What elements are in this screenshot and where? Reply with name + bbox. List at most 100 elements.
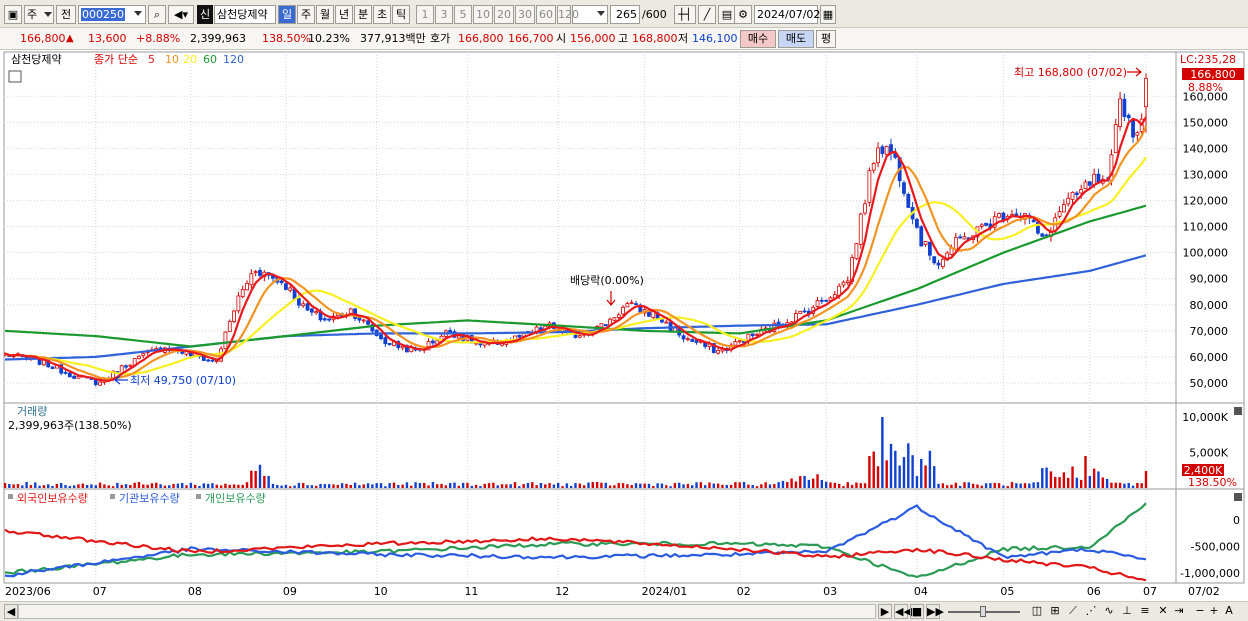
gear-icon[interactable]: ⚙: [734, 5, 752, 24]
volume-bar: [211, 483, 214, 488]
interval-button-30[interactable]: 30: [515, 5, 535, 24]
fibonacci-icon[interactable]: ≡: [1136, 604, 1154, 619]
volume-bar: [414, 482, 417, 488]
volume-bar: [1144, 470, 1148, 488]
period-tab-1[interactable]: 주: [297, 5, 315, 24]
rewind-icon[interactable]: ◀◀: [894, 604, 912, 619]
bar-count-input[interactable]: 265: [610, 5, 640, 24]
period-tab-6[interactable]: 틱: [392, 5, 410, 24]
chevron-down-icon[interactable]: [134, 11, 142, 16]
scroll-right-icon[interactable]: ▶: [878, 604, 892, 619]
volume-bar: [755, 486, 759, 488]
compare-icon[interactable]: ◫: [1028, 604, 1046, 619]
search-icon[interactable]: ⌕: [148, 5, 166, 24]
zoom-slider-thumb[interactable]: [980, 606, 986, 617]
candle: [1144, 78, 1148, 108]
current-price-tag: 166,800: [1190, 68, 1236, 81]
volume-bar: [232, 484, 236, 488]
stock-name-field[interactable]: 삼천당제약: [214, 5, 276, 24]
volume-bar: [12, 484, 15, 488]
cross-icon[interactable]: ✕: [1154, 604, 1172, 619]
candle: [387, 342, 392, 346]
period-tab-0[interactable]: 일: [278, 5, 296, 24]
period-tab-2[interactable]: 월: [316, 5, 334, 24]
x-tick-label: 08: [188, 585, 202, 598]
pattern-icon[interactable]: ⟋: [1064, 604, 1082, 619]
chevron-down-icon[interactable]: [597, 11, 605, 16]
measure-icon[interactable]: ⊥: [1118, 604, 1136, 619]
scroll-track[interactable]: [18, 604, 876, 619]
chart-toolbar: ▣ 주 전 000250 ⌕ ◀▾ 신 삼천당제약 265 /600 ┼┤ ╱ …: [0, 0, 1248, 28]
volume-bar: [193, 484, 197, 488]
candle: [1135, 132, 1140, 136]
buy-button[interactable]: 매수: [740, 30, 776, 48]
volume-bar: [872, 451, 875, 488]
prefix-button[interactable]: 전: [56, 5, 76, 24]
interval-button-1[interactable]: 1: [416, 5, 434, 24]
zoom-in-icon[interactable]: +: [1208, 604, 1220, 619]
period-tab-3[interactable]: 년: [335, 5, 353, 24]
holdings-panel-close-icon[interactable]: [1234, 493, 1242, 501]
lc-label: LC:235,28: [1180, 53, 1236, 66]
drawing-tool-icon[interactable]: ╱: [698, 5, 716, 24]
candle-type-icon[interactable]: ┼┤: [674, 5, 696, 24]
market-select[interactable]: 주: [24, 5, 54, 24]
volume-bar: [1054, 476, 1057, 488]
candle: [824, 299, 829, 302]
volume-bar: [708, 482, 711, 488]
volume-bar: [59, 483, 63, 488]
volume-bar: [111, 486, 115, 488]
speaker-icon[interactable]: ◀▾: [168, 5, 194, 24]
volume-bar: [505, 484, 508, 488]
zoom-slider[interactable]: [948, 604, 1020, 619]
interval-button-5[interactable]: 5: [454, 5, 472, 24]
fast-forward-icon[interactable]: ▶▶: [926, 604, 944, 619]
price-tick-label: 60,000: [1190, 351, 1229, 364]
current-price-pct: 8.88%: [1188, 81, 1223, 94]
date-field[interactable]: 2024/07/02: [754, 5, 820, 24]
period-tab-4[interactable]: 분: [354, 5, 372, 24]
scroll-left-icon[interactable]: ◀: [4, 604, 18, 619]
candle: [258, 269, 262, 276]
volume-panel-close-icon[interactable]: [1234, 407, 1242, 415]
volume-tag-pct: 138.50%: [1188, 476, 1237, 489]
calendar-icon[interactable]: ▦: [820, 5, 836, 24]
candle: [962, 236, 967, 240]
interval-button-60[interactable]: 60: [536, 5, 556, 24]
chart-area[interactable]: 160,000 150,000 140,000 130,000 120,000 110,0…: [0, 50, 1248, 601]
volume-bar: [626, 484, 629, 488]
candle: [716, 350, 721, 354]
chart-svg: 160,000150,000140,000130,000120,000110,0…: [3, 51, 1245, 598]
bar-count-total: /600: [642, 8, 667, 21]
interval-button-20[interactable]: 20: [494, 5, 514, 24]
trend-icon[interactable]: ⋰: [1082, 604, 1100, 619]
sell-button[interactable]: 매도: [778, 30, 814, 48]
candle: [802, 310, 807, 313]
scroll-to-end-icon[interactable]: ⇥: [1172, 604, 1186, 619]
volume-value: 2,399,963: [190, 32, 246, 45]
legend-marker: [196, 494, 201, 499]
volume-bar: [280, 485, 283, 488]
interval-button-120[interactable]: 120: [557, 5, 579, 24]
stop-icon[interactable]: ■: [910, 604, 924, 619]
interval-button-10[interactable]: 10: [473, 5, 493, 24]
layout-icon[interactable]: ⊞: [1046, 604, 1064, 619]
volume-bar: [47, 484, 50, 488]
volume-bar: [142, 484, 145, 488]
interval-button-3[interactable]: 3: [435, 5, 453, 24]
period-tab-5[interactable]: 초: [373, 5, 391, 24]
price-tick-label: 120,000: [1183, 195, 1229, 208]
font-size-icon[interactable]: A: [1222, 604, 1236, 619]
volume-bar: [42, 485, 46, 488]
candle: [1122, 98, 1127, 117]
zoom-out-icon[interactable]: −: [1194, 604, 1206, 619]
volume-bar: [500, 484, 504, 488]
average-button[interactable]: 평: [816, 30, 836, 48]
chart-settings-icon[interactable]: [8, 70, 22, 83]
wave-icon[interactable]: ∿: [1100, 604, 1118, 619]
volume-bar: [682, 484, 685, 488]
window-menu-icon[interactable]: ▣: [4, 5, 22, 24]
x-tick-label: 03: [823, 585, 837, 598]
candle: [845, 280, 850, 283]
candle: [616, 314, 621, 318]
